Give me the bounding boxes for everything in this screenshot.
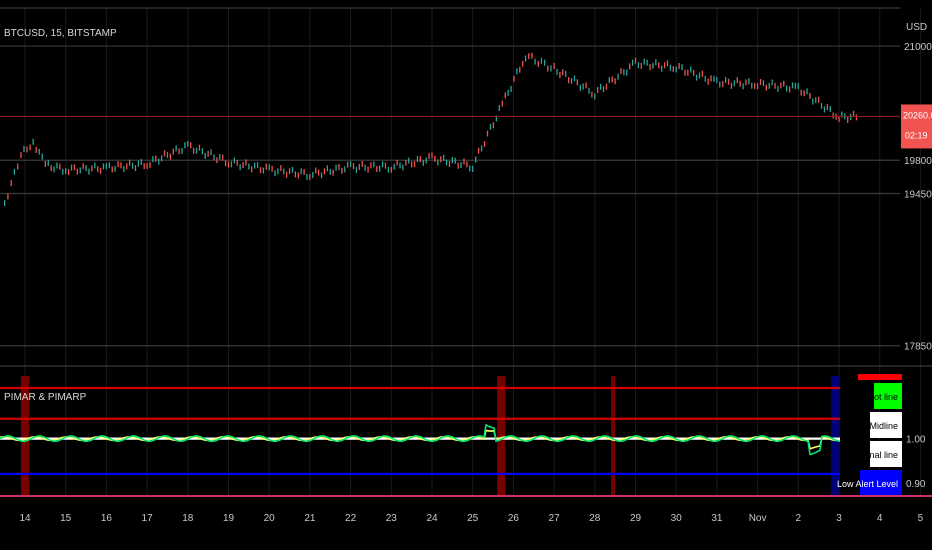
price-chart-title: BTCUSD, 15, BITSTAMP: [4, 28, 117, 39]
countdown-label: 02:19: [905, 130, 928, 140]
legend-label: Plot line: [866, 392, 898, 402]
x-tick-label: 28: [589, 513, 601, 524]
x-tick-label: 19: [223, 513, 235, 524]
x-tick-label: 21: [304, 513, 316, 524]
last-price-label: 20260.00: [903, 110, 932, 120]
x-tick-label: 31: [711, 513, 723, 524]
y-tick-label: 21000.00: [904, 42, 932, 53]
x-tick-label: 15: [60, 513, 72, 524]
chart-canvas: 20260.00 02:19 Plot line Midline Signal lin…: [0, 7, 932, 524]
indicator-title: PIMAR & PIMARP: [4, 392, 87, 403]
alert-highlight: [497, 376, 506, 496]
y-tick-label-lower: 1.00: [906, 435, 926, 446]
x-tick-label: 4: [877, 513, 883, 524]
x-tick-label: 3: [836, 513, 842, 524]
x-tick-label: 27: [549, 513, 561, 524]
indicator-pane: Plot line Midline Signal line Low Alert Lev…: [0, 374, 902, 496]
legend-top-bar: [858, 374, 902, 380]
x-tick-label: 14: [19, 513, 31, 524]
price-pane: 20260.00 02:19: [0, 52, 932, 207]
currency-label: USD: [906, 22, 927, 33]
legend-label: Low Alert Level: [837, 479, 898, 489]
x-tick-label: 18: [182, 513, 194, 524]
x-tick-label: 2: [796, 513, 802, 524]
x-tick-label: 17: [142, 513, 154, 524]
alert-highlight: [611, 376, 616, 496]
x-tick-label: 23: [386, 513, 398, 524]
legend-label: Signal line: [856, 450, 898, 460]
x-tick-label: 24: [426, 513, 438, 524]
y-tick-label: 17850.00: [904, 342, 932, 353]
x-tick-label: 29: [630, 513, 642, 524]
chart-grid: [0, 7, 921, 496]
x-tick-label: 20: [264, 513, 276, 524]
y-tick-label: 19450.00: [904, 190, 932, 201]
axes: 14 15 16 17 18 19 20 21 22 23 24 25 26 27 28 29 30 31 Nov 2…: [0, 42, 932, 524]
x-tick-label: 16: [101, 513, 113, 524]
x-tick-label: 25: [467, 513, 479, 524]
x-tick-label: 26: [508, 513, 520, 524]
x-tick-label: 22: [345, 513, 357, 524]
legend-label: Midline: [869, 421, 898, 431]
x-tick-label: 5: [918, 513, 924, 524]
alert-highlight: [830, 376, 839, 496]
x-tick-label: 30: [671, 513, 683, 524]
x-tick-label: Nov: [749, 513, 767, 524]
y-tick-label: 19800.00: [904, 156, 932, 167]
y-tick-label-lower: 0.90: [906, 479, 926, 490]
